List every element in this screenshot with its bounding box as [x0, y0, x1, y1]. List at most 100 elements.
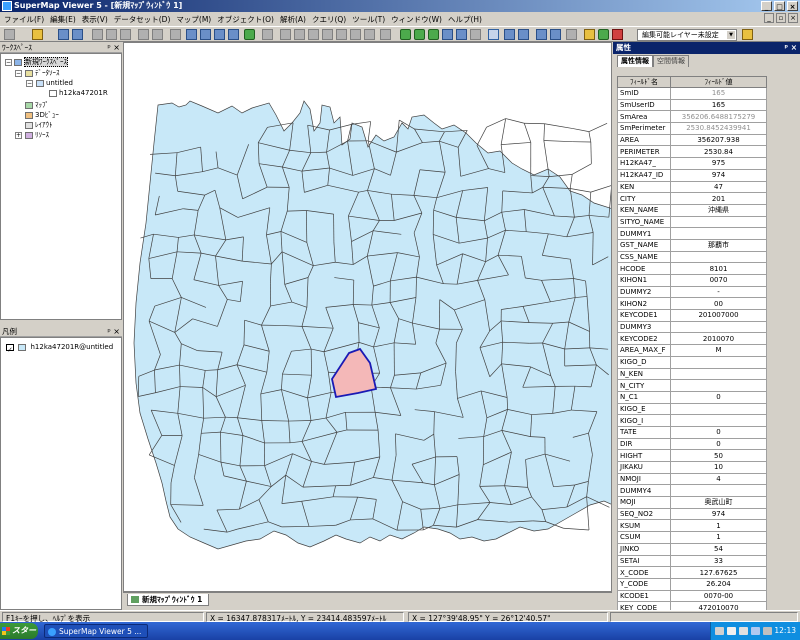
attribute-field-value[interactable]: 2010070	[670, 332, 767, 346]
attribute-row[interactable]: HCODE 8101	[617, 262, 767, 275]
open-icon[interactable]	[32, 29, 43, 40]
expand-icon[interactable]: −	[15, 70, 22, 77]
attribute-row[interactable]: PERIMETER 2530.84	[617, 145, 767, 159]
attribute-row[interactable]: NMOJI 4	[617, 472, 767, 486]
node-icon[interactable]	[280, 29, 291, 40]
attribute-field-value[interactable]: 那覇市	[670, 238, 767, 252]
attribute-row[interactable]: KIHON2 00	[617, 297, 767, 311]
attribute-field-value[interactable]: 974	[670, 168, 767, 182]
tree-map[interactable]: ﾏｯﾌﾟ	[25, 100, 49, 110]
checkbox-checked-icon[interactable]: ✓	[6, 343, 14, 354]
attribute-field-value[interactable]: 201007000	[670, 309, 767, 322]
save-icon[interactable]	[58, 29, 69, 40]
merge-icon[interactable]	[336, 29, 347, 40]
language-icon[interactable]	[739, 627, 748, 635]
copy-icon[interactable]	[106, 29, 117, 40]
attribute-field-value[interactable]: 47	[670, 180, 767, 194]
attribute-row[interactable]: N_C1 0	[617, 390, 767, 404]
select-area-icon[interactable]	[414, 29, 425, 40]
full-extent-icon[interactable]	[504, 29, 515, 40]
attribute-field-value[interactable]: 974	[670, 507, 767, 521]
new-icon[interactable]	[4, 29, 15, 40]
attribute-row[interactable]: DUMMY3	[617, 320, 767, 334]
save-all-icon[interactable]	[72, 29, 83, 40]
menu-map[interactable]: マップ(M)	[174, 14, 215, 25]
ime-icon[interactable]	[727, 627, 736, 635]
menu-edit[interactable]: 編集(E)	[48, 14, 80, 25]
expand-icon[interactable]: −	[5, 59, 12, 66]
maximize-button[interactable]: □	[774, 1, 785, 11]
attribute-field-value[interactable]: 33	[670, 554, 767, 568]
attribute-row[interactable]: CSUM 1	[617, 531, 767, 544]
tree-3d-view[interactable]: 3Dﾋﾞｭｰ	[25, 110, 59, 120]
attribute-field-value[interactable]: 奥武山町	[670, 496, 767, 509]
attribute-row[interactable]: KEN_NAME 沖縄県	[617, 203, 767, 217]
table-icon[interactable]	[214, 29, 225, 40]
tab-spatial-info[interactable]: 空間情報	[653, 55, 689, 67]
polygon-icon[interactable]	[308, 29, 319, 40]
attribute-row[interactable]: N_KEN	[617, 367, 767, 381]
menu-help[interactable]: ヘルプ(H)	[446, 14, 486, 25]
menu-tools[interactable]: ツール(T)	[350, 14, 389, 25]
attribute-field-value[interactable]	[670, 215, 767, 229]
attribute-field-value[interactable]	[670, 484, 767, 498]
attribute-row[interactable]: CITY 201	[617, 192, 767, 205]
undo-icon[interactable]	[138, 29, 149, 40]
minimize-button[interactable]: _	[761, 1, 772, 11]
column-header-field-value[interactable]: ﾌｨｰﾙﾄﾞ値	[670, 76, 767, 88]
attribute-row[interactable]: SmPerimeter 2530.8452439941	[617, 122, 767, 135]
layer-stack-icon[interactable]	[742, 29, 753, 40]
attribute-field-value[interactable]: 127.67625	[670, 566, 767, 579]
attribute-field-value[interactable]	[670, 379, 767, 392]
attribute-row[interactable]: GST_NAME 那覇市	[617, 238, 767, 252]
redo-icon[interactable]	[152, 29, 163, 40]
attribute-row[interactable]: KSUM 1	[617, 519, 767, 533]
grid-icon[interactable]	[228, 29, 239, 40]
pencil-icon[interactable]	[584, 29, 595, 40]
attribute-field-value[interactable]: 2530.8452439941	[670, 122, 767, 135]
attribute-field-value[interactable]: 201	[670, 192, 767, 205]
attribute-row[interactable]: DUMMY4	[617, 484, 767, 498]
network-icon[interactable]	[751, 627, 760, 635]
attribute-field-value[interactable]	[670, 355, 767, 369]
previous-view-icon[interactable]	[536, 29, 547, 40]
line-icon[interactable]	[294, 29, 305, 40]
attribute-field-value[interactable]: 1	[670, 519, 767, 533]
menu-object[interactable]: オブジェクト(O)	[215, 14, 278, 25]
select-rect-icon[interactable]	[428, 29, 439, 40]
tree-dataset[interactable]: h12ka47201R	[49, 88, 108, 98]
attribute-field-value[interactable]: 975	[670, 157, 767, 170]
attribute-row[interactable]: KIGO_I	[617, 414, 767, 427]
attribute-row[interactable]: SITYO_NAME	[617, 215, 767, 229]
attribute-field-value[interactable]: 0070-00	[670, 589, 767, 603]
attribute-field-value[interactable]: 26.204	[670, 577, 767, 591]
menu-window[interactable]: ウィンドウ(W)	[389, 14, 446, 25]
attribute-field-value[interactable]: 165	[670, 87, 767, 100]
check-icon[interactable]	[244, 29, 255, 40]
attribute-row[interactable]: DUMMY1	[617, 227, 767, 240]
print-icon[interactable]	[170, 29, 181, 40]
properties-icon[interactable]	[380, 29, 391, 40]
attribute-row[interactable]: H12KA47_ID 974	[617, 168, 767, 182]
menu-view[interactable]: 表示(V)	[80, 14, 112, 25]
attribute-field-value[interactable]: 54	[670, 542, 767, 556]
measure-icon[interactable]	[566, 29, 577, 40]
tree-layout[interactable]: ﾚｲｱｳﾄ	[25, 120, 53, 130]
mdi-close-button[interactable]: ×	[788, 13, 798, 23]
attribute-field-value[interactable]: 00	[670, 297, 767, 311]
attribute-field-value[interactable]: 165	[670, 98, 767, 112]
attribute-row[interactable]: KEYCODE2 2010070	[617, 332, 767, 346]
attribute-panel-icon[interactable]	[200, 29, 211, 40]
tree-datasource[interactable]: ﾃﾞｰﾀｿｰｽ	[25, 68, 60, 78]
attribute-row[interactable]: KIGO_E	[617, 402, 767, 416]
tree-workspace-root[interactable]: 新規ﾜｰｸｽﾍﾟｰｽ	[14, 57, 68, 67]
attribute-field-value[interactable]	[670, 402, 767, 416]
attribute-field-value[interactable]: 356207.938	[670, 133, 767, 147]
taskbar-app-button[interactable]: SuperMap Viewer 5 ...	[44, 624, 148, 638]
attribute-row[interactable]: N_CITY	[617, 379, 767, 392]
attribute-row[interactable]: MOJI 奥武山町	[617, 496, 767, 509]
attribute-row[interactable]: SmUserID 165	[617, 98, 767, 112]
paste-icon[interactable]	[120, 29, 131, 40]
refresh-icon[interactable]	[518, 29, 529, 40]
attribute-row[interactable]: AREA 356207.938	[617, 133, 767, 147]
